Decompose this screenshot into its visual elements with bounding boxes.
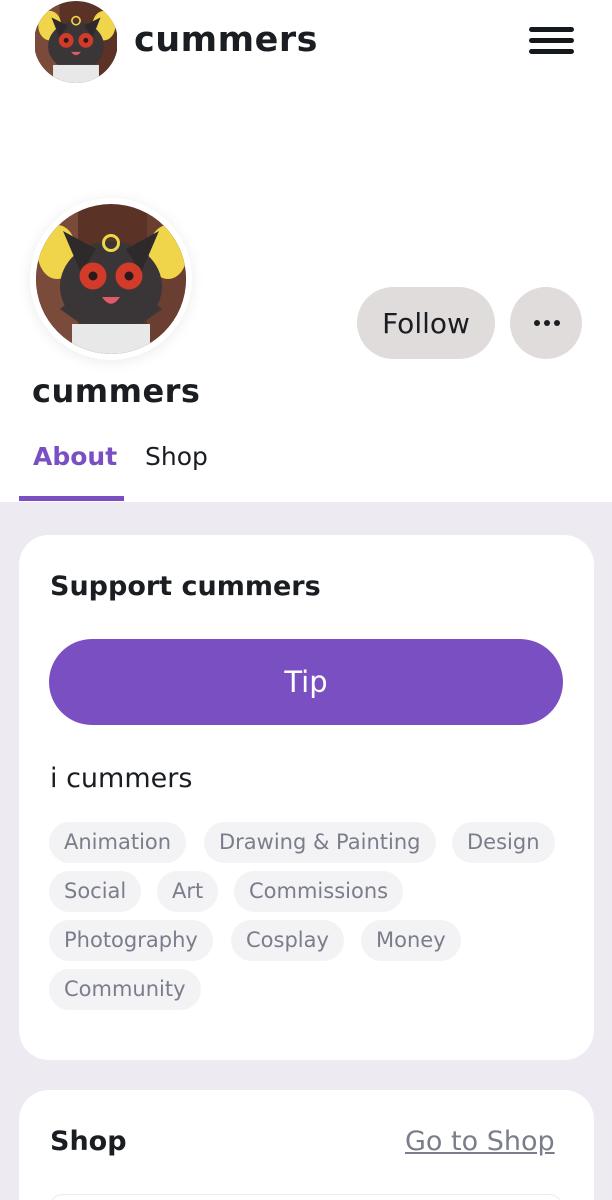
tag-art[interactable]: Art: [157, 871, 219, 912]
go-to-shop-link[interactable]: Go to Shop: [405, 1126, 555, 1157]
shop-title: Shop: [50, 1126, 127, 1157]
more-horizontal-icon: [534, 320, 560, 326]
tip-button[interactable]: Tip: [49, 639, 563, 725]
tag-money[interactable]: Money: [361, 920, 461, 961]
header-title: cummers: [134, 20, 318, 60]
profile-bio: i cummers: [50, 763, 193, 794]
active-tab-indicator: [19, 496, 124, 501]
top-bar: cummers: [0, 0, 612, 90]
tag-photography[interactable]: Photography: [49, 920, 213, 961]
profile-tabs: About Shop: [0, 430, 612, 502]
header-avatar[interactable]: [34, 1, 118, 83]
profile-name: cummers: [32, 372, 201, 410]
tag-animation[interactable]: Animation: [49, 822, 187, 863]
tag-cosplay[interactable]: Cosplay: [231, 920, 344, 961]
follow-button[interactable]: Follow: [357, 287, 495, 359]
profile-avatar-frame: [30, 198, 192, 360]
shop-card: Shop Go to Shop: [19, 1090, 594, 1200]
more-options-button[interactable]: [510, 287, 582, 359]
tag-drawing-painting[interactable]: Drawing & Painting: [204, 822, 436, 863]
tag-community[interactable]: Community: [49, 969, 201, 1010]
tab-about[interactable]: About: [33, 442, 117, 471]
profile-avatar: [36, 204, 186, 354]
support-card: Support cummers Tip i cummers Animation …: [19, 535, 594, 1060]
tag-commissions[interactable]: Commissions: [234, 871, 404, 912]
tab-shop[interactable]: Shop: [145, 442, 208, 471]
tag-social[interactable]: Social: [49, 871, 142, 912]
shop-item-preview[interactable]: [49, 1194, 563, 1200]
tag-design[interactable]: Design: [452, 822, 555, 863]
support-title: Support cummers: [50, 571, 321, 602]
hamburger-menu-icon[interactable]: [526, 24, 576, 58]
